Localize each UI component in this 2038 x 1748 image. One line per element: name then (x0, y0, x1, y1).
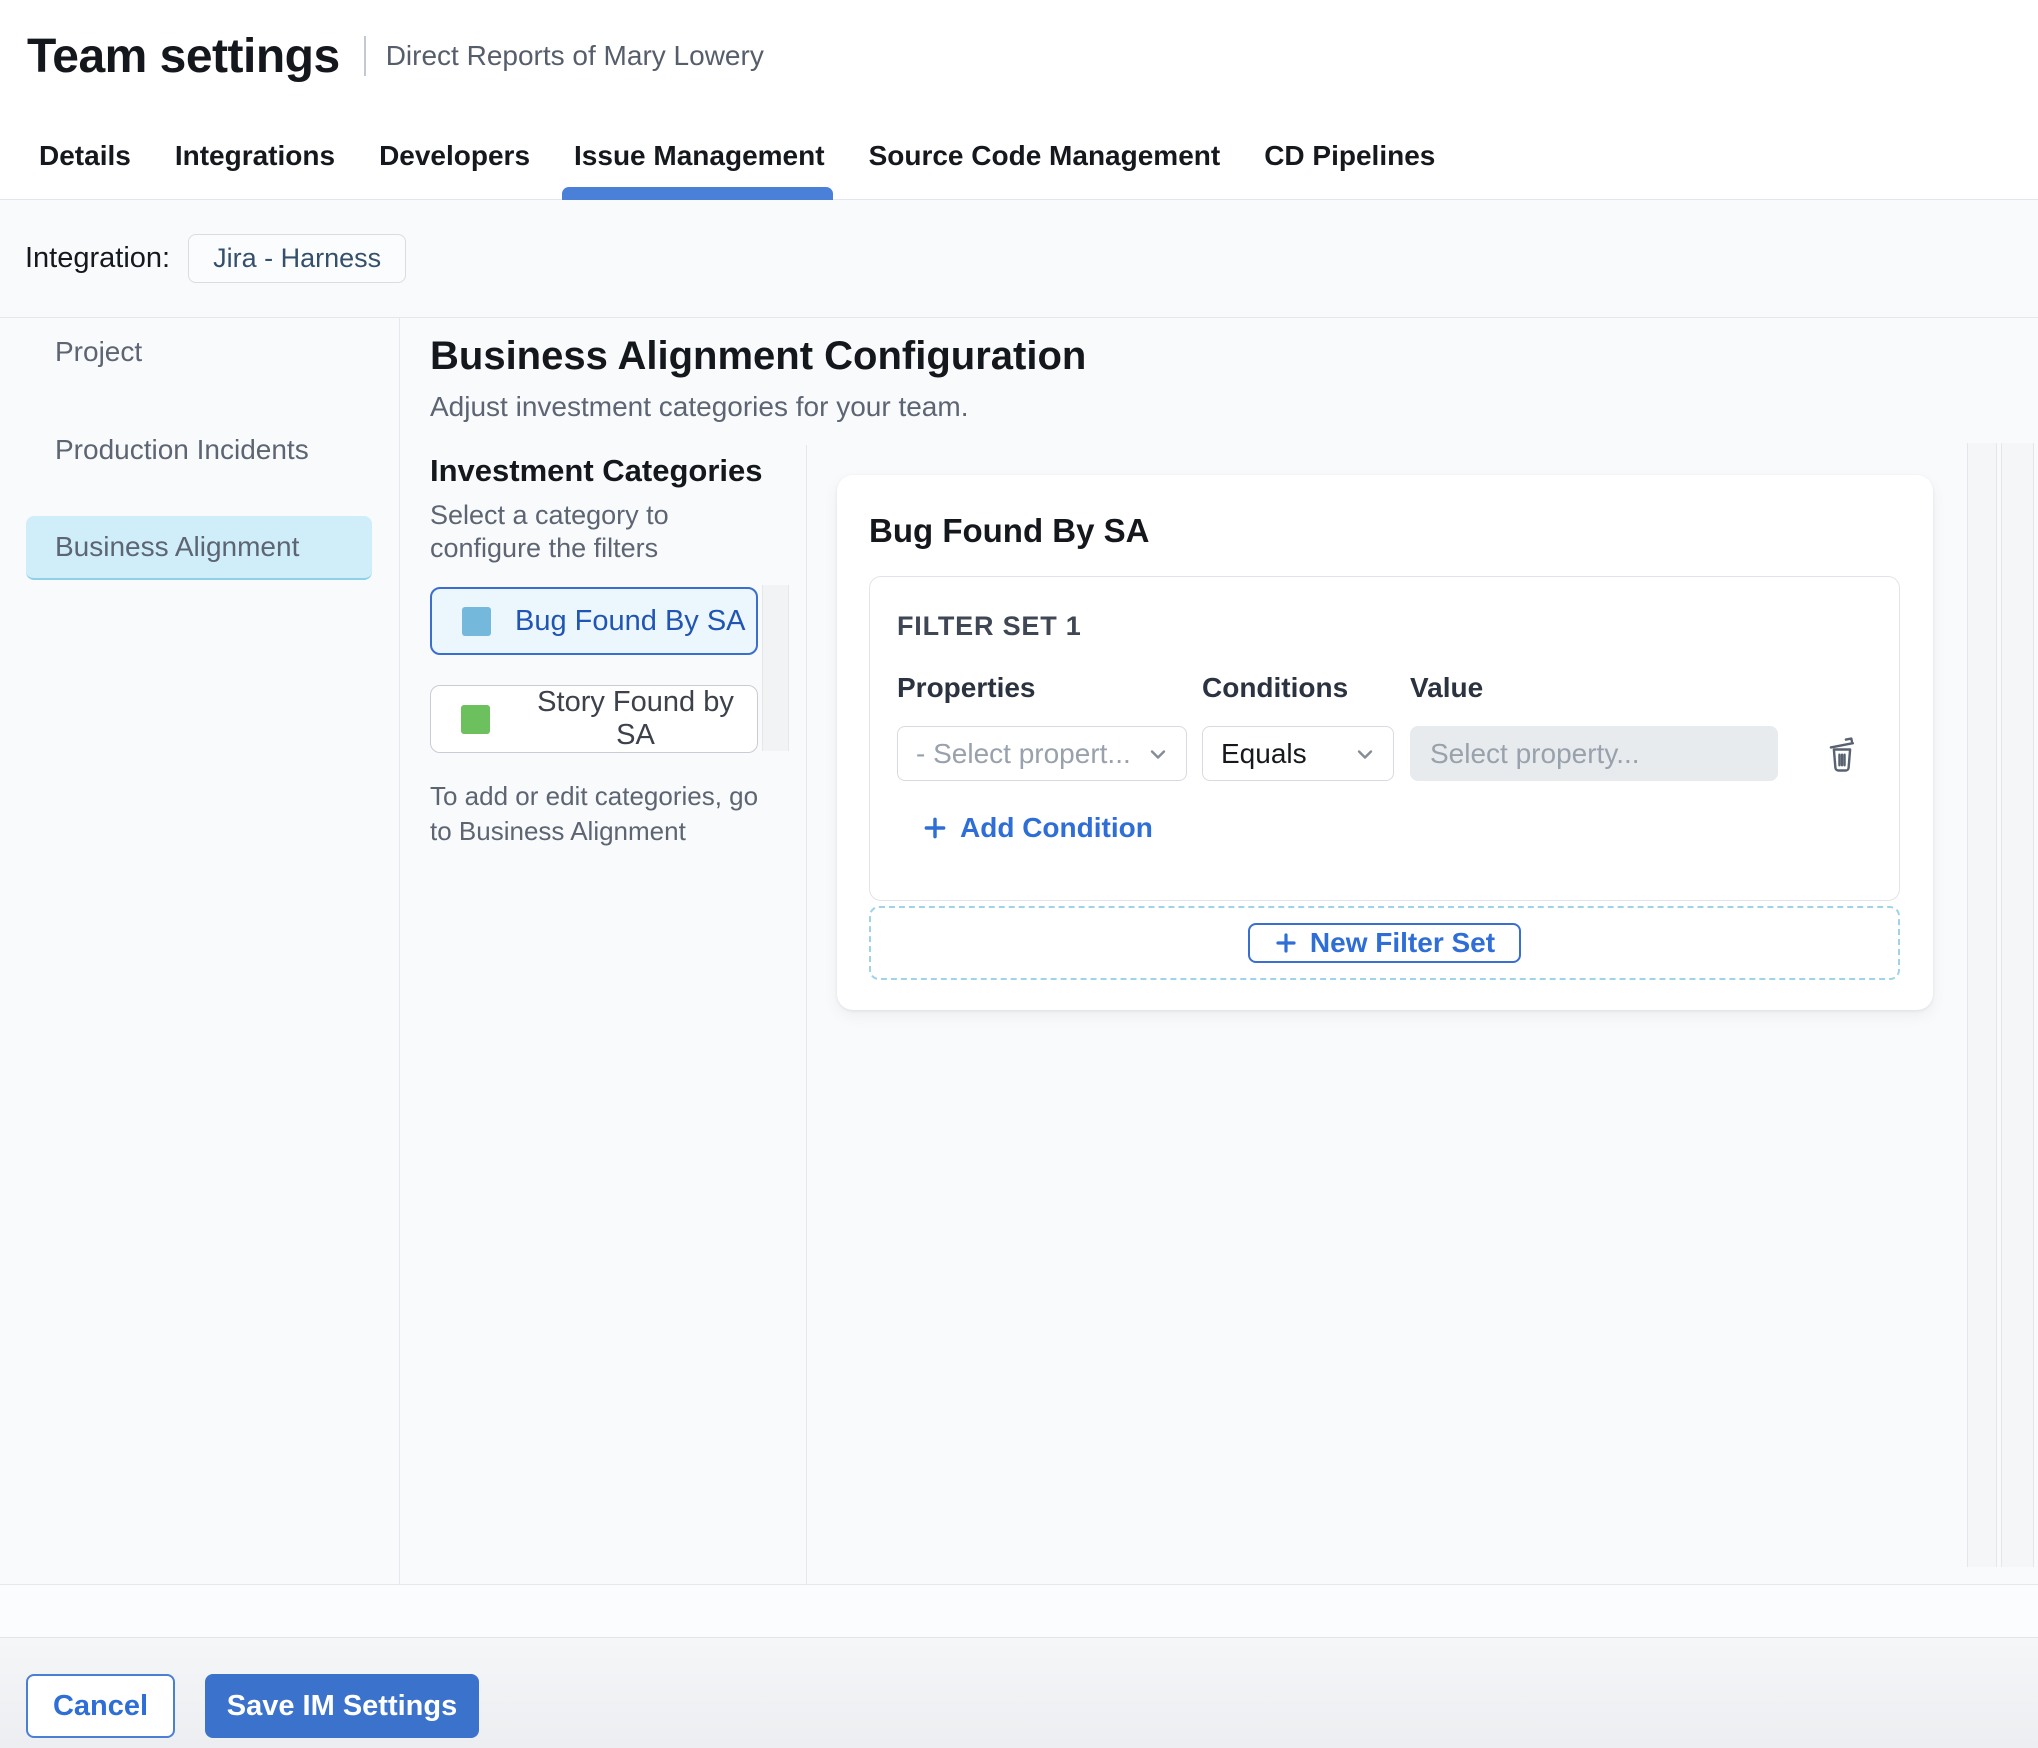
categories-heading: Investment Categories (430, 453, 763, 488)
chevron-down-icon (1357, 749, 1373, 759)
categories-description: Select a category to configure the filte… (430, 500, 669, 563)
footer-action-bar: Cancel Save IM Settings (0, 1637, 2038, 1748)
section-subtitle: Adjust investment categories for your te… (430, 391, 969, 422)
tab-label: Developers (379, 139, 531, 171)
tab-label: Issue Management (574, 139, 825, 171)
conditions-select[interactable]: Equals (1202, 726, 1394, 781)
new-filter-set-dropzone: New Filter Set (869, 906, 1900, 980)
integration-row: Integration: Jira - Harness (0, 200, 2038, 318)
new-filter-set-button[interactable]: New Filter Set (1247, 923, 1522, 963)
title-separator (363, 36, 366, 76)
settings-body: Project Production Incidents Business Al… (0, 318, 2038, 1585)
value-column-label: Value (1410, 672, 1484, 703)
vertical-scrollbar-panel[interactable] (1967, 443, 1997, 1567)
business-alignment-section: Business Alignment Configuration Adjust … (400, 318, 2038, 1584)
properties-column-label: Properties (897, 672, 1036, 703)
tab-label: CD Pipelines (1264, 139, 1436, 171)
category-bug-found-by-sa[interactable]: Bug Found By SA (430, 587, 758, 655)
configuration-columns: Investment Categories Select a category … (400, 445, 2038, 1584)
conditions-column-label: Conditions (1202, 672, 1349, 703)
sidebar-item-project[interactable]: Project (26, 320, 372, 384)
page-header: Team settings Direct Reports of Mary Low… (0, 0, 2038, 112)
vertical-scrollbar-page[interactable] (2001, 443, 2034, 1567)
section-title: Business Alignment Configuration (430, 334, 1087, 378)
filter-card-title: Bug Found By SA (869, 512, 1150, 549)
settings-sidebar: Project Production Incidents Business Al… (0, 318, 400, 1584)
chevron-down-icon (1150, 749, 1166, 759)
tab-source-code-management[interactable]: Source Code Management (869, 112, 1221, 199)
tab-cd-pipelines[interactable]: CD Pipelines (1264, 112, 1435, 199)
filter-set-heading: FILTER SET 1 (897, 611, 1082, 641)
filter-set-card: FILTER SET 1 Properties Conditions Value… (869, 576, 1900, 901)
pre-footer-spacer (0, 1585, 2038, 1637)
integration-badge[interactable]: Jira - Harness (188, 234, 407, 283)
sidebar-item-production-incidents[interactable]: Production Incidents (26, 418, 372, 482)
cancel-button[interactable]: Cancel (26, 1674, 175, 1738)
categories-note: To add or edit categories, go to Busines… (430, 781, 759, 846)
plus-icon (924, 817, 946, 839)
category-story-found-by-sa[interactable]: Story Found by SA (430, 685, 758, 753)
tab-bar: Details Integrations Developers Issue Ma… (0, 112, 2038, 200)
tab-details[interactable]: Details (39, 112, 131, 199)
page-subtitle: Direct Reports of Mary Lowery (385, 40, 764, 71)
add-condition-button[interactable]: Add Condition (922, 812, 1153, 844)
category-label: Bug Found By SA (515, 604, 746, 637)
conditions-select-value: Equals (1221, 737, 1307, 769)
condition-row: - Select propert... Equals (897, 726, 1899, 781)
category-label: Story Found by SA (537, 686, 734, 751)
tab-label: Details (39, 139, 131, 171)
tab-issue-management[interactable]: Issue Management (562, 112, 833, 200)
tab-integrations[interactable]: Integrations (175, 112, 335, 199)
filter-columns-header: Properties Conditions Value (897, 672, 1899, 704)
investment-categories-panel: Investment Categories Select a category … (400, 445, 806, 1584)
content-area: Integration: Jira - Harness Project Prod… (0, 200, 2038, 1585)
properties-select[interactable]: - Select propert... (897, 726, 1187, 781)
categories-scrollbar[interactable] (762, 585, 789, 751)
delete-condition-button[interactable] (1820, 729, 1864, 779)
trash-icon (1829, 736, 1854, 772)
filter-config-card: Bug Found By SA FILTER SET 1 Properties … (837, 475, 1933, 1010)
active-tab-underline (562, 187, 833, 200)
save-im-settings-button[interactable]: Save IM Settings (205, 1674, 479, 1738)
team-settings-page: Team settings Direct Reports of Mary Low… (0, 0, 2038, 1748)
category-color-swatch (461, 704, 490, 734)
sidebar-item-business-alignment[interactable]: Business Alignment (26, 516, 372, 580)
value-input[interactable] (1410, 726, 1778, 781)
integration-label: Integration: (25, 242, 171, 274)
plus-icon (1276, 933, 1296, 953)
tab-developers[interactable]: Developers (379, 112, 530, 199)
new-filter-set-label: New Filter Set (1309, 927, 1496, 958)
tab-label: Source Code Management (868, 139, 1221, 171)
category-color-swatch (462, 606, 491, 636)
add-condition-label: Add Condition (960, 812, 1153, 843)
properties-select-value: - Select propert... (916, 737, 1131, 769)
page-title: Team settings (27, 29, 340, 83)
filter-configuration-column: Bug Found By SA FILTER SET 1 Properties … (806, 445, 2038, 1584)
tab-label: Integrations (174, 139, 336, 171)
